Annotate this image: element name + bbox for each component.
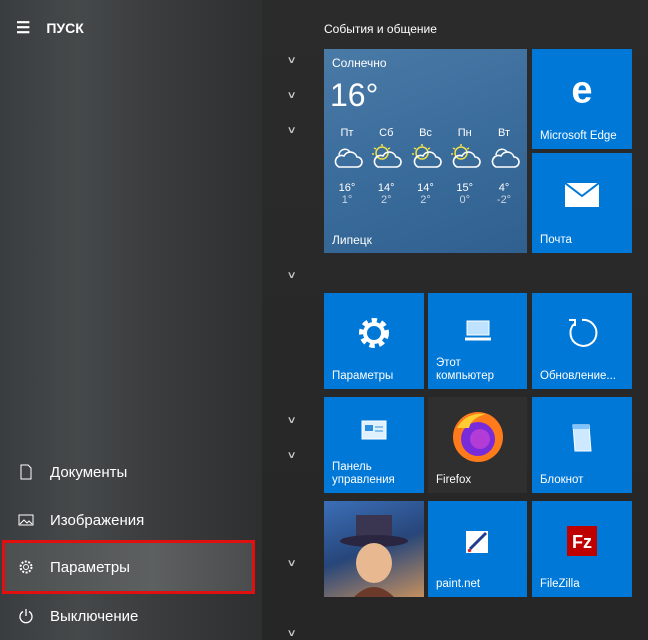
this-pc-tile[interactable]: Этот компьютер (428, 293, 527, 389)
menu-label: Документы (50, 463, 128, 481)
tile-label: Firefox (436, 474, 472, 486)
day-low: -2° (496, 194, 512, 206)
mail-tile[interactable]: Почта (532, 153, 632, 253)
chevron-down-icon[interactable]: ∨ (287, 55, 297, 66)
paint-net-tile[interactable]: paint.net (428, 501, 527, 597)
partly-sunny-icon (372, 144, 402, 168)
partly-sunny-icon (411, 144, 442, 168)
forecast-day: Пн 15° 0° (446, 127, 484, 206)
chevron-down-icon[interactable]: ∨ (287, 125, 297, 136)
firefox-tile[interactable]: Firefox (428, 397, 527, 493)
document-icon (20, 464, 32, 480)
menu-settings[interactable]: Параметры (2, 540, 255, 594)
menu-documents[interactable]: Документы (0, 448, 250, 496)
chevron-down-icon[interactable]: ∨ (287, 90, 297, 101)
weather-temp: 16° (330, 77, 379, 113)
cloudy-icon (334, 148, 363, 168)
menu-images[interactable]: Изображения (0, 496, 250, 544)
chevron-down-icon[interactable]: ∨ (287, 270, 297, 281)
day-name: Вт (497, 127, 510, 139)
start-left-pane: ☰ ПУСК Документы Изображения Параметры В… (0, 0, 262, 640)
start-title: ПУСК (46, 20, 84, 36)
group-title: События и общение (324, 22, 437, 36)
cloudy-icon (491, 148, 520, 168)
day-high: 14° (377, 182, 395, 194)
day-low: 0° (459, 194, 471, 206)
mail-icon (565, 183, 599, 207)
weather-tile[interactable]: Солнечно 16° Пт 16° 1° Сб 14° 2° Вс 14° 2°… (324, 49, 527, 253)
chevron-down-icon[interactable]: ∨ (287, 415, 297, 426)
edge-icon: e (571, 69, 593, 112)
menu-power[interactable]: Выключение (0, 592, 250, 640)
image-icon (18, 514, 34, 526)
tile-label: Блокнот (540, 474, 584, 486)
tile-label: Этот компьютер (436, 357, 494, 382)
tile-label: FileZilla (540, 578, 580, 590)
hamburger-menu-icon[interactable]: ☰ (16, 18, 30, 38)
gear-icon (359, 318, 389, 349)
notepad-icon (572, 424, 592, 452)
menu-label: Изображения (50, 511, 145, 529)
paint-net-icon (465, 531, 488, 554)
day-low: 2° (420, 194, 431, 206)
tile-label: Microsoft Edge (540, 130, 617, 142)
edge-tile[interactable]: e Microsoft Edge (532, 49, 632, 149)
power-icon (19, 609, 33, 624)
day-high: 14° (417, 182, 434, 194)
day-high: 4° (498, 182, 510, 194)
weather-city: Липецк (332, 233, 372, 247)
tile-label: Обновление... (540, 370, 616, 382)
chevron-down-icon[interactable]: ∨ (287, 558, 297, 569)
partly-sunny-icon (450, 144, 481, 168)
weather-condition: Солнечно (332, 56, 387, 70)
tile-label: Панель управления (332, 461, 395, 486)
control-panel-tile[interactable]: Панель управления (324, 397, 424, 493)
forecast-day: Вт 4° -2° (485, 127, 523, 206)
notepad-tile[interactable]: Блокнот (532, 397, 632, 493)
tile-label: paint.net (436, 578, 481, 590)
day-name: Пн (457, 127, 472, 139)
forecast-day: Вс 14° 2° (407, 127, 445, 206)
firefox-icon (452, 412, 503, 463)
game-tile[interactable] (324, 501, 424, 597)
settings-tile[interactable]: Параметры (324, 293, 424, 389)
day-low: 1° (341, 194, 353, 206)
control-panel-icon (361, 420, 387, 440)
computer-icon (464, 320, 491, 341)
menu-label: Выключение (50, 607, 139, 625)
game-character-image (340, 514, 408, 597)
filezilla-tile[interactable]: Fz FileZilla (532, 501, 632, 597)
update-tile[interactable]: Обновление... (532, 293, 632, 389)
filezilla-icon: Fz (567, 526, 597, 557)
day-high: 16° (338, 182, 356, 194)
tile-label: Почта (540, 234, 572, 246)
start-header: ☰ ПУСК (16, 18, 84, 38)
menu-label: Параметры (50, 558, 130, 576)
tile-label: Параметры (332, 370, 394, 382)
forecast-day: Сб 14° 2° (367, 127, 405, 206)
svg-text:Fz: Fz (572, 532, 592, 552)
gear-icon (19, 560, 33, 574)
refresh-icon (569, 319, 598, 348)
chevron-down-icon[interactable]: ∨ (287, 450, 297, 461)
day-name: Вс (419, 127, 432, 139)
day-name: Сб (379, 127, 394, 139)
forecast-day: Пт 16° 1° (328, 127, 366, 206)
day-low: 2° (380, 194, 392, 206)
chevron-down-icon[interactable]: ∨ (287, 628, 297, 639)
day-high: 15° (456, 182, 474, 194)
day-name: Пт (340, 127, 354, 139)
